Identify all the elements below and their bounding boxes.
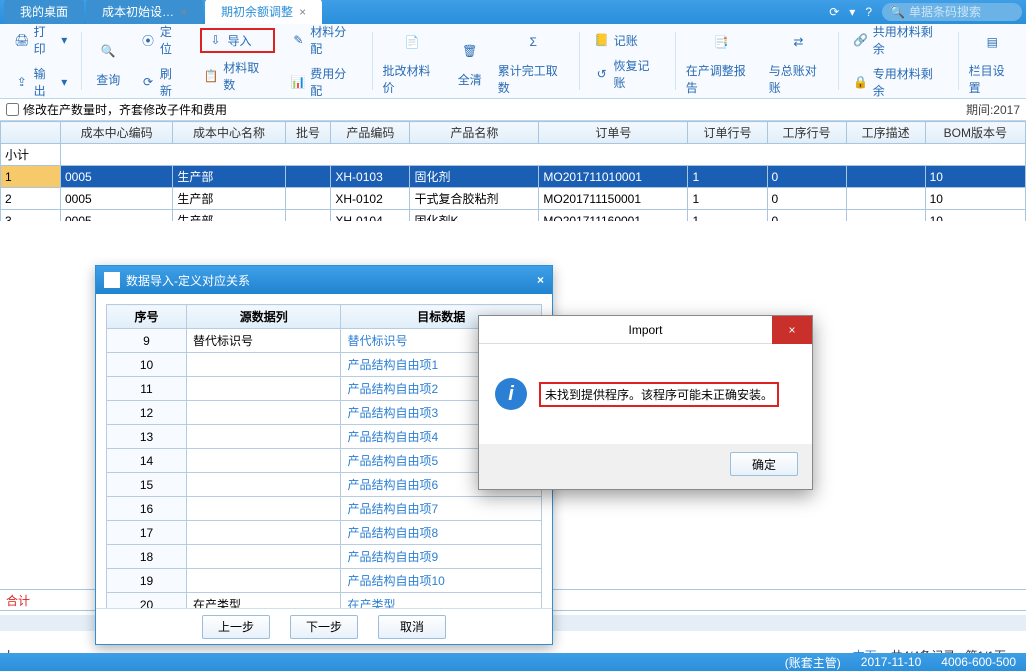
restore-book-button[interactable]: ↺恢复记账 [590, 55, 665, 93]
price-icon: 📄 [396, 26, 428, 58]
list-item[interactable]: 20在产类型在产类型 [107, 593, 542, 609]
material-fetch-button[interactable]: 📋材料取数 [200, 57, 275, 95]
material-alloc-button[interactable]: ✎材料分配 [287, 21, 362, 59]
alloc-icon: ✎ [291, 32, 307, 48]
cost-icon: 📊 [291, 74, 307, 90]
help-icon[interactable]: ? [865, 5, 872, 19]
table-row[interactable]: 10005生产部XH-0103固化剂MO2017110100011010 [1, 166, 1026, 188]
tab-cost-init[interactable]: 成本初始设…× [86, 0, 203, 24]
restore-icon: ↺ [594, 66, 610, 82]
cost-alloc-button[interactable]: 📊费用分配 [287, 63, 362, 101]
recon-icon: ⇄ [782, 26, 814, 58]
print-button[interactable]: 🖨打印 ▾ [10, 21, 71, 59]
list-item[interactable]: 12产品结构自由项3 [107, 401, 542, 425]
dialog-title: 数据导入-定义对应关系 [126, 272, 250, 289]
ok-button[interactable]: 确定 [730, 452, 798, 476]
next-button[interactable]: 下一步 [290, 615, 358, 639]
list-item[interactable]: 13产品结构自由项4 [107, 425, 542, 449]
list-item[interactable]: 16产品结构自由项7 [107, 497, 542, 521]
spec-icon: 🔒 [853, 74, 869, 90]
close-icon[interactable]: × [537, 273, 544, 287]
export-icon: ⇪ [14, 74, 30, 90]
recon-button[interactable]: ⇄与总账对账 [765, 24, 832, 98]
list-item[interactable]: 11产品结构自由项2 [107, 377, 542, 401]
close-icon[interactable]: × [772, 316, 812, 344]
list-item[interactable]: 15产品结构自由项6 [107, 473, 542, 497]
batch-price-button[interactable]: 📄批改材料价 [379, 24, 446, 98]
sum-fetch-button[interactable]: Σ累计完工取数 [494, 24, 573, 98]
close-icon[interactable]: × [299, 5, 306, 19]
search-icon: 🔍 [92, 35, 124, 67]
chevron-down-icon[interactable]: ▾ [849, 5, 855, 19]
list-item[interactable]: 18产品结构自由项9 [107, 545, 542, 569]
table-row[interactable]: 20005生产部XH-0102干式复合胶粘剂MO2017111500011010 [1, 188, 1026, 210]
tabs: 我的桌面 成本初始设…× 期初余额调整× [4, 0, 324, 24]
share-mat-button[interactable]: 🔗共用材料剩余 [849, 21, 948, 59]
sync-icon[interactable]: ⟳ [829, 5, 839, 19]
tab-desktop[interactable]: 我的桌面 [4, 0, 84, 24]
column-setting-button[interactable]: ▤栏目设置 [965, 24, 1020, 98]
close-icon[interactable]: × [180, 5, 187, 19]
sync-children-checkbox[interactable] [6, 103, 19, 116]
info-icon: i [495, 378, 527, 410]
period-label: 期间:2017 [966, 101, 1020, 118]
export-button[interactable]: ⇪输出 ▾ [10, 63, 71, 101]
printer-icon: 🖨 [14, 32, 30, 48]
locate-icon: ⦿ [140, 32, 156, 48]
list-item[interactable]: 14产品结构自由项5 [107, 449, 542, 473]
query-button[interactable]: 🔍查询 [88, 33, 128, 90]
table-row[interactable]: 30005生产部XH-0104固化剂KMO2017111600011010 [1, 210, 1026, 222]
book-icon: 📒 [594, 32, 610, 48]
status-date: 2017-11-10 [861, 655, 922, 669]
statusbar: (账套主管) 2017-11-10 4006-600-500 [0, 653, 1026, 671]
import-icon: ⇩ [208, 32, 224, 48]
list-item[interactable]: 17产品结构自由项8 [107, 521, 542, 545]
list-item[interactable]: 9替代标识号替代标识号 [107, 329, 542, 353]
share-icon: 🔗 [853, 32, 869, 48]
msgbox-title: Import [628, 323, 662, 337]
fetch-icon: 📋 [204, 68, 220, 84]
refresh-button[interactable]: ⟳刷新 [136, 63, 187, 101]
status-user: (账套主管) [785, 654, 841, 671]
import-button[interactable]: ⇩导入 [200, 28, 275, 53]
error-messagebox: Import × i 未找到提供程序。该程序可能未正确安装。 确定 [478, 315, 813, 490]
report-icon: 📑 [705, 26, 737, 58]
search-icon: 🔍 [890, 5, 905, 19]
tab-period-balance[interactable]: 期初余额调整× [205, 0, 322, 24]
book-button[interactable]: 📒记账 [590, 30, 665, 51]
list-item[interactable]: 10产品结构自由项1 [107, 353, 542, 377]
dialog-titlebar[interactable]: 数据导入-定义对应关系 × [96, 266, 552, 294]
spec-mat-button[interactable]: 🔒专用材料剩余 [849, 63, 948, 101]
prev-button[interactable]: 上一步 [202, 615, 270, 639]
clear-all-button[interactable]: 🗑全清 [450, 33, 490, 90]
sync-children-label: 修改在产数量时，齐套修改子件和费用 [23, 101, 227, 118]
barcode-search-input[interactable] [909, 5, 1009, 19]
status-phone: 4006-600-500 [941, 655, 1016, 669]
columns-icon: ▤ [976, 26, 1008, 58]
main-grid: 成本中心编码成本中心名称批号 产品编码产品名称订单号 订单行号工序行号工序描述 … [0, 121, 1026, 221]
refresh-icon: ⟳ [140, 74, 156, 90]
app-icon [104, 272, 120, 288]
msgbox-text: 未找到提供程序。该程序可能未正确安装。 [539, 382, 779, 407]
msgbox-titlebar[interactable]: Import × [479, 316, 812, 344]
ribbon: 🖨打印 ▾ ⇪输出 ▾ 🔍查询 ⦿定位 ⟳刷新 ⇩导入 📋材料取数 ✎材料分配 … [0, 24, 1026, 99]
sum-icon: Σ [517, 26, 549, 58]
wip-report-button[interactable]: 📑在产调整报告 [682, 24, 761, 98]
clear-icon: 🗑 [454, 35, 486, 67]
list-item[interactable]: 19产品结构自由项10 [107, 569, 542, 593]
cancel-button[interactable]: 取消 [378, 615, 446, 639]
mapping-table: 序号源数据列目标数据 9替代标识号替代标识号10产品结构自由项111产品结构自由… [106, 304, 542, 608]
locate-button[interactable]: ⦿定位 [136, 21, 187, 59]
